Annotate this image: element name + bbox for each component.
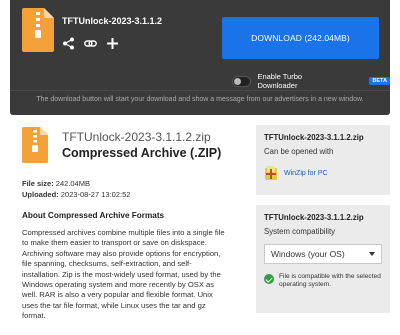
uploaded-row: Uploaded: 2023-08-27 13:02:52 xyxy=(22,190,130,199)
compat-status: File is compatible with the selected ope… xyxy=(264,273,382,290)
divider xyxy=(10,90,390,91)
top-filename: TFTUnlock-2023-3.1.1.2 xyxy=(62,16,163,26)
about-heading: About Compressed Archive Formats xyxy=(22,211,165,220)
uploaded-label: Uploaded: xyxy=(22,190,59,199)
file-size-label: File size: xyxy=(22,179,54,188)
uploaded-value: 2023-08-27 13:02:52 xyxy=(60,190,131,199)
open-with-subtitle: Can be opened with xyxy=(264,147,334,156)
os-select[interactable]: Windows (your OS) xyxy=(264,244,382,264)
file-size-row: File size: 242.04MB xyxy=(22,179,90,188)
compat-subtitle: System compatibility xyxy=(264,227,336,236)
share-actions xyxy=(62,37,119,50)
turbo-label: Enable Turbo Downloader xyxy=(257,72,303,90)
os-select-value: Windows (your OS) xyxy=(271,249,345,259)
file-size-value: 242.04MB xyxy=(55,179,90,188)
archive-file-icon xyxy=(22,8,54,52)
turbo-toggle[interactable] xyxy=(232,75,252,87)
winzip-icon xyxy=(265,166,277,180)
compat-status-text: File is compatible with the selected ope… xyxy=(279,273,381,289)
about-text: Compressed archives combine multiple fil… xyxy=(22,228,225,321)
download-notice: The download button will start your down… xyxy=(36,96,364,103)
chevron-down-icon xyxy=(369,252,375,256)
download-button[interactable]: DOWNLOAD (242.04MB) xyxy=(222,17,379,59)
download-panel: TFTUnlock-2023-3.1.1.2 DOWNLOAD (242.04M… xyxy=(10,0,390,115)
winzip-link[interactable]: WinZip for PC xyxy=(284,170,328,177)
file-type: Compressed Archive (.ZIP) xyxy=(62,146,222,160)
file-name: TFTUnlock-2023-3.1.1.2.zip xyxy=(62,130,211,144)
archive-file-icon xyxy=(22,127,48,163)
open-with-panel: TFTUnlock-2023-3.1.1.2.zip Can be opened… xyxy=(256,125,390,195)
check-circle-icon xyxy=(264,274,274,284)
plus-icon[interactable] xyxy=(106,37,119,50)
open-with-title: TFTUnlock-2023-3.1.1.2.zip xyxy=(264,133,364,142)
share-icon[interactable] xyxy=(62,37,75,50)
beta-badge: BETA xyxy=(369,77,390,85)
link-icon[interactable] xyxy=(84,37,97,50)
winzip-app[interactable]: WinZip for PC xyxy=(264,165,382,181)
compatibility-panel: TFTUnlock-2023-3.1.1.2.zip System compat… xyxy=(256,205,390,313)
turbo-downloader-row: Enable Turbo Downloader BETA xyxy=(232,72,390,90)
compat-title: TFTUnlock-2023-3.1.1.2.zip xyxy=(264,213,364,222)
